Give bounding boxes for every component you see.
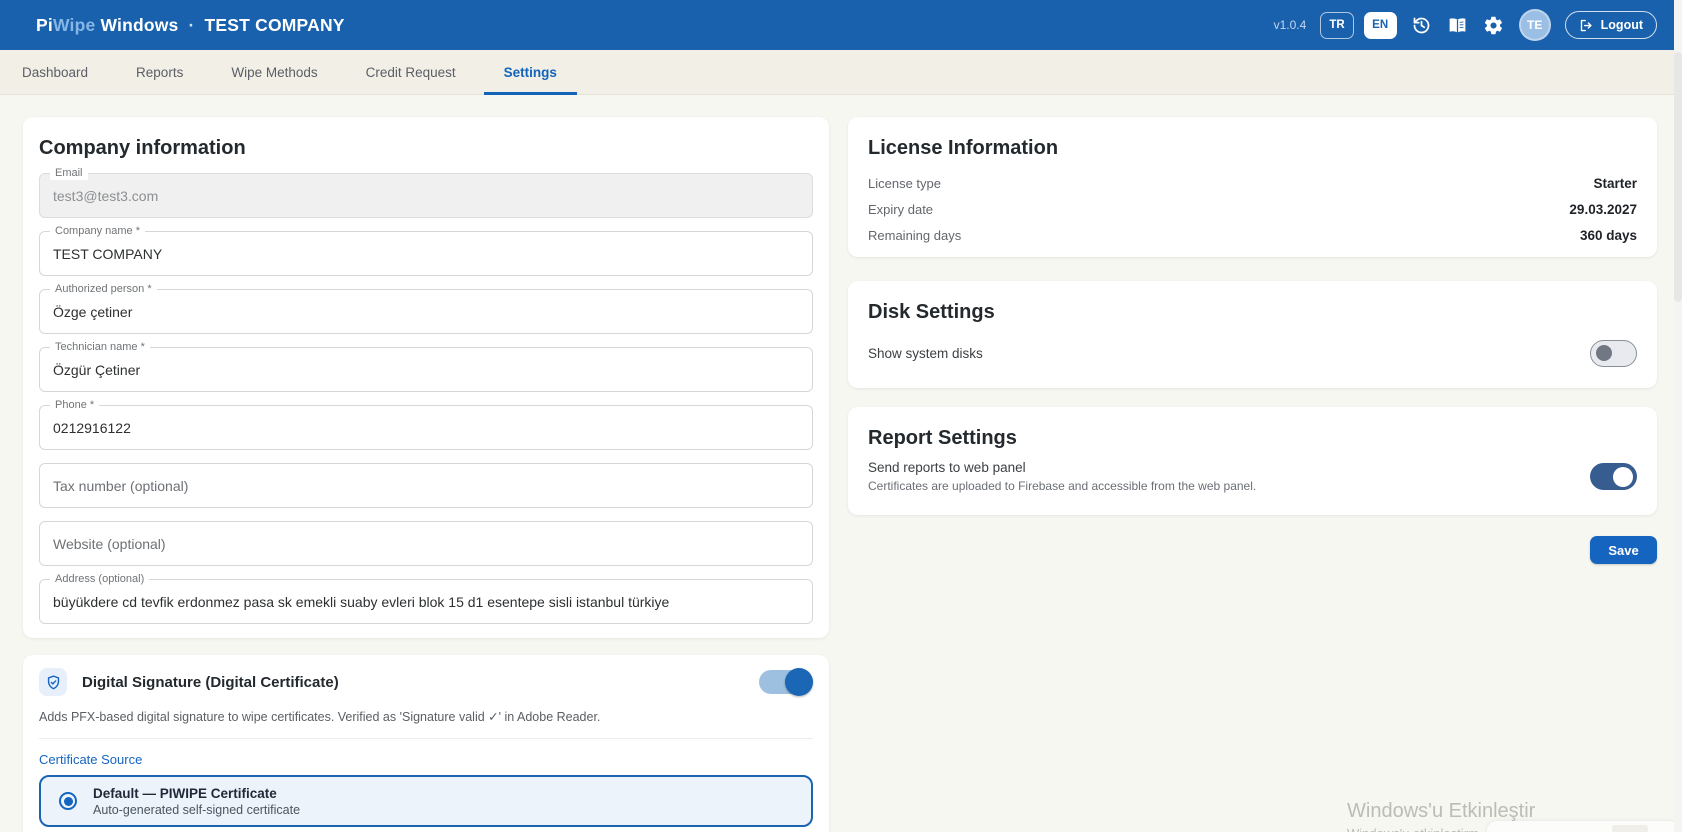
digital-signature-header: Digital Signature (Digital Certificate) [39,668,813,696]
phone-field-label: Phone * [50,399,100,412]
license-information-title: License Information [868,137,1059,159]
tab-settings[interactable]: Settings [483,50,578,95]
report-settings-title: Report Settings [868,427,1017,449]
gear-icon[interactable] [1483,14,1505,36]
scrollbar-thumb[interactable] [1674,52,1682,302]
digital-signature-description: Adds PFX-based digital signature to wipe… [39,710,601,724]
expiry-date-row: Expiry date 29.03.2027 [868,202,1637,218]
logout-button[interactable]: Logout [1564,11,1657,39]
certificate-source-option-default[interactable]: Default — PIWIPE Certificate Auto-genera… [39,775,813,827]
top-navbar: PiWipe Windows · TEST COMPANY v1.0.4 TR … [0,0,1674,50]
authorized-person-field-label: Authorized person * [50,283,157,296]
language-en-button[interactable]: EN [1363,11,1397,39]
phone-field[interactable]: Phone * [39,399,813,450]
show-system-disks-label: Show system disks [868,346,983,361]
shield-check-icon [39,668,67,696]
website-input[interactable] [40,522,812,565]
tab-wipe-methods[interactable]: Wipe Methods [211,50,337,95]
company-name-field[interactable]: Company name * [39,225,813,276]
report-settings-card: Report Settings Send reports to web pane… [848,407,1657,515]
technician-name-input[interactable] [40,348,812,391]
license-type-value: Starter [1593,176,1637,191]
company-name-title: TEST COMPANY [204,14,345,35]
expiry-date-label: Expiry date [868,202,934,217]
watermark-line1: Windows'u Etkinleştir [1347,800,1536,822]
remaining-days-value: 360 days [1579,228,1637,243]
tax-number-field[interactable] [39,463,813,508]
app-version: v1.0.4 [1273,18,1307,32]
logout-label: Logout [1600,18,1643,32]
show-system-disks-row: Show system disks [868,340,1637,367]
email-field[interactable]: Email [39,167,813,218]
toggle-knob [1613,466,1633,487]
certificate-option-title: Default — PIWIPE Certificate [93,785,277,801]
app-brand: PiWipe Windows · TEST COMPANY [36,15,345,36]
popup-button-fragment [1612,825,1648,832]
tab-reports[interactable]: Reports [116,50,203,95]
technician-name-field[interactable]: Technician name * [39,341,813,392]
website-field[interactable] [39,521,813,566]
partially-visible-popup [1487,821,1679,832]
tab-dashboard[interactable]: Dashboard [2,50,108,95]
save-button[interactable]: Save [1590,536,1657,564]
address-input[interactable] [40,580,812,623]
app-window: PiWipe Windows · TEST COMPANY v1.0.4 TR … [0,0,1682,832]
license-type-label: License type [868,176,941,191]
tax-number-input[interactable] [40,464,812,507]
digital-signature-card: Digital Signature (Digital Certificate) … [23,655,829,832]
brand-title: PiWipe Windows [36,14,179,35]
history-icon[interactable] [1411,14,1433,36]
divider [39,738,813,739]
radio-selected-icon[interactable] [59,792,77,810]
certificate-option-subtitle: Auto-generated self-signed certificate [93,802,301,817]
phone-input[interactable] [40,406,812,449]
remaining-days-row: Remaining days 360 days [868,228,1637,244]
main-tabs: Dashboard Reports Wipe Methods Credit Re… [0,50,1674,95]
digital-signature-toggle[interactable] [759,668,813,696]
language-tr-button[interactable]: TR [1320,11,1354,39]
send-reports-toggle[interactable] [1590,463,1637,490]
disk-settings-card: Disk Settings Show system disks [848,281,1657,388]
company-name-field-label: Company name * [50,225,145,238]
tab-credit-request[interactable]: Credit Request [346,50,476,95]
email-field-label: Email [50,167,88,180]
send-reports-label: Send reports to web panel [868,460,1026,475]
company-information-card: Company information Email Company name *… [23,117,829,638]
toggle-knob [1596,345,1612,361]
company-information-title: Company information [39,137,246,159]
authorized-person-field[interactable]: Authorized person * [39,283,813,334]
remaining-days-label: Remaining days [868,228,962,243]
avatar[interactable]: TE [1518,9,1551,41]
book-icon[interactable] [1447,14,1469,36]
show-system-disks-toggle[interactable] [1590,340,1637,367]
brand-separator: · [188,14,195,35]
digital-signature-title: Digital Signature (Digital Certificate) [82,673,339,691]
send-reports-description: Certificates are uploaded to Firebase an… [868,479,1257,493]
technician-name-field-label: Technician name * [50,341,150,354]
license-type-row: License type Starter [868,176,1637,192]
toggle-knob [785,668,813,696]
company-information-form: Email Company name * Authorized person *… [39,167,813,624]
license-rows: License type Starter Expiry date 29.03.2… [868,176,1637,244]
license-information-card: License Information License type Starter… [848,117,1657,257]
logout-arrow-icon [1580,19,1592,31]
address-field-label: Address (optional) [50,573,150,586]
disk-settings-title: Disk Settings [868,301,995,323]
address-field[interactable]: Address (optional) [39,573,813,624]
email-input[interactable] [40,174,812,217]
vertical-scrollbar[interactable] [1674,0,1682,832]
navbar-actions: v1.0.4 TR EN TE Logout [1274,0,1657,50]
send-reports-row: Send reports to web panel Certificates a… [868,460,1637,493]
authorized-person-input[interactable] [40,290,812,333]
company-name-input[interactable] [40,232,812,275]
certificate-source-label: Certificate Source [39,752,143,767]
expiry-date-value: 29.03.2027 [1569,202,1637,217]
